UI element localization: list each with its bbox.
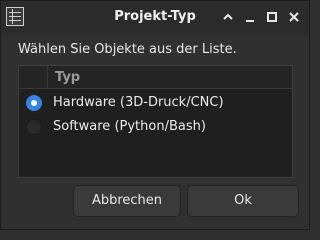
list-item-label: Hardware (3D-Druck/CNC) — [53, 95, 224, 110]
dialog-window: Projekt-Typ Wählen Sie Objekte aus der L… — [0, 0, 310, 230]
list-item-label: Software (Python/Bash) — [53, 119, 206, 134]
list-item-software[interactable]: Software (Python/Bash) — [19, 115, 292, 139]
column-divider — [47, 66, 48, 88]
cancel-button[interactable]: Abbrechen — [73, 185, 181, 217]
radio-selected[interactable] — [26, 95, 42, 111]
close-icon[interactable] — [284, 7, 304, 27]
instruction-text: Wählen Sie Objekte aus der Liste. — [18, 42, 237, 57]
title-bar[interactable]: Projekt-Typ — [1, 1, 309, 34]
ok-button[interactable]: Ok — [187, 185, 299, 217]
maximize-icon[interactable] — [262, 7, 282, 27]
radio-unselected[interactable] — [26, 119, 42, 135]
options-list: Typ Hardware (3D-Druck/CNC) Software (Py… — [18, 65, 293, 178]
list-header: Typ — [19, 66, 292, 89]
minimize-icon[interactable] — [240, 7, 260, 27]
list-item-hardware[interactable]: Hardware (3D-Druck/CNC) — [19, 91, 292, 115]
column-header-typ[interactable]: Typ — [55, 70, 80, 85]
chevron-up-icon[interactable] — [218, 7, 238, 27]
